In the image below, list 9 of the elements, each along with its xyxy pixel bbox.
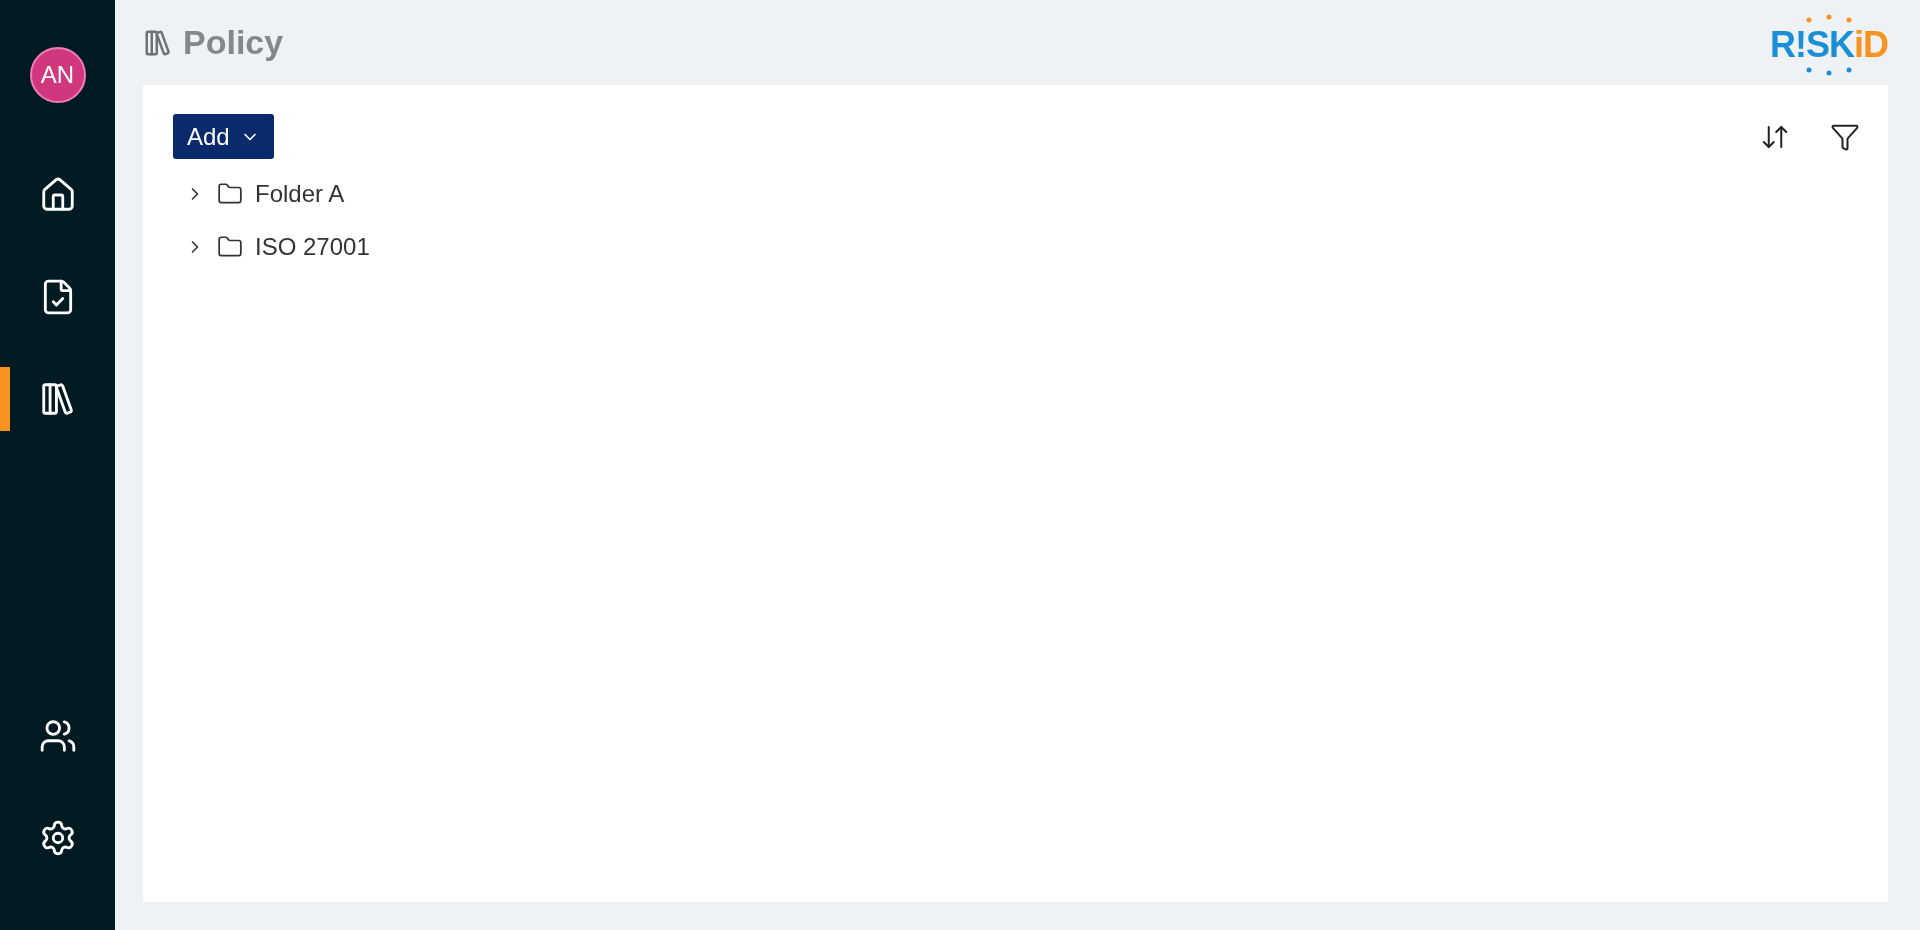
folder-icon bbox=[217, 180, 243, 207]
page-title: Policy bbox=[183, 23, 284, 62]
tree-item[interactable]: Folder A bbox=[255, 179, 345, 208]
users-icon bbox=[38, 717, 77, 755]
user-avatar[interactable]: AN bbox=[29, 47, 86, 103]
logo: R!SKiD bbox=[1770, 13, 1888, 76]
folder-icon bbox=[217, 233, 243, 260]
tree-item[interactable]: ISO 27001 bbox=[255, 232, 370, 261]
add-button[interactable]: Add bbox=[173, 114, 274, 159]
